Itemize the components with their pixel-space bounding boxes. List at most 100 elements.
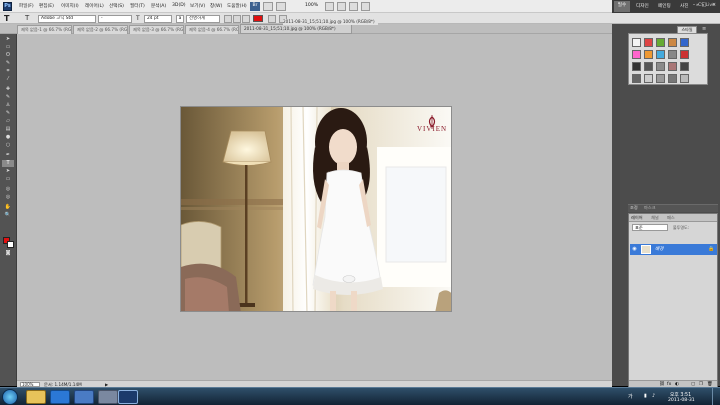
- align-center-icon[interactable]: [233, 14, 241, 23]
- antialias-select[interactable]: 선명하게: [186, 14, 220, 23]
- quick-select-tool-icon[interactable]: ✎: [2, 60, 14, 67]
- menu-select[interactable]: 선택(S): [109, 3, 124, 9]
- history-brush-tool-icon[interactable]: ✎: [2, 110, 14, 117]
- arrange-documents-icon[interactable]: [349, 2, 358, 11]
- menu-file[interactable]: 파일(F): [19, 3, 34, 9]
- network-icon[interactable]: ▮: [644, 393, 647, 399]
- dodge-tool-icon[interactable]: ○: [2, 142, 14, 149]
- volume-icon[interactable]: ♪: [652, 393, 655, 399]
- crop-tool-icon[interactable]: ⌗: [2, 68, 14, 75]
- type-tool-icon[interactable]: T: [4, 14, 9, 23]
- path-select-tool-icon[interactable]: ➤: [2, 168, 14, 175]
- language-indicator[interactable]: 가: [628, 393, 633, 400]
- style-swatch[interactable]: [632, 50, 641, 59]
- menu-layer[interactable]: 레이어(L): [85, 3, 104, 9]
- menu-view[interactable]: 보기(V): [190, 3, 205, 9]
- media-player-taskbar-icon[interactable]: [98, 390, 118, 404]
- style-swatch[interactable]: [656, 38, 665, 47]
- style-swatch[interactable]: [644, 50, 653, 59]
- photoshop-logo-icon[interactable]: Ps: [3, 2, 12, 11]
- show-desktop-button[interactable]: [712, 388, 720, 405]
- shape-tool-icon[interactable]: ▭: [2, 176, 14, 183]
- menu-edit[interactable]: 편집(E): [39, 3, 54, 9]
- style-swatch[interactable]: [680, 74, 689, 83]
- marquee-tool-icon[interactable]: ▭: [2, 44, 14, 51]
- document-tab[interactable]: 제목 없음-1 @ 66.7% (RGB/8): [17, 25, 72, 34]
- document-tab[interactable]: 제목 없음-2 @ 66.7% (RGB/8): [73, 25, 128, 34]
- layer-row[interactable]: ◉ 배경 🔒: [630, 244, 717, 255]
- type-tool-button[interactable]: T: [2, 160, 14, 167]
- bridge-button[interactable]: Br: [250, 2, 260, 11]
- background-color-swatch[interactable]: [7, 241, 14, 248]
- lasso-tool-icon[interactable]: ʘ: [2, 52, 14, 59]
- brush-tool-icon[interactable]: ✎: [2, 94, 14, 101]
- layers-tab[interactable]: 레이어: [631, 215, 643, 221]
- style-swatch[interactable]: [632, 38, 641, 47]
- menu-analysis[interactable]: 분석(A): [151, 3, 166, 9]
- clone-stamp-tool-icon[interactable]: ♙: [2, 102, 14, 109]
- menu-image[interactable]: 이미지(I): [61, 3, 79, 9]
- eyedropper-tool-icon[interactable]: ⁄: [2, 76, 14, 83]
- style-swatch[interactable]: [656, 50, 665, 59]
- eraser-tool-icon[interactable]: ▱: [2, 118, 14, 125]
- clock-date[interactable]: 2011-08-31: [668, 398, 695, 403]
- blend-mode-select[interactable]: 표준: [632, 224, 668, 231]
- style-swatch[interactable]: [644, 62, 653, 71]
- zoom-level[interactable]: 100%: [305, 3, 318, 8]
- maximize-icon[interactable]: □: [700, 2, 708, 10]
- adjustments-tab[interactable]: 조정: [630, 205, 638, 211]
- mini-bridge-icon[interactable]: [263, 2, 273, 11]
- styles-tab[interactable]: 스타일: [677, 26, 697, 33]
- hand-tool-icon[interactable]: ✋: [2, 204, 14, 211]
- workspace-design[interactable]: 디자인: [636, 3, 649, 9]
- pen-tool-icon[interactable]: ✒: [2, 152, 14, 159]
- style-swatch[interactable]: [656, 74, 665, 83]
- channels-tab[interactable]: 채널: [651, 215, 659, 221]
- active-document-tab[interactable]: 2011-08-31_15;51;10.jpg @ 100% (RGB/8*): [240, 24, 352, 34]
- minimize-icon[interactable]: –: [690, 2, 698, 10]
- warp-text-icon[interactable]: [268, 14, 276, 23]
- font-family-select[interactable]: Adobe 고딕 Std: [38, 14, 96, 23]
- spot-healing-tool-icon[interactable]: ✚: [2, 86, 14, 93]
- 3d-rotate-tool-icon[interactable]: ◎: [2, 186, 14, 193]
- style-swatch[interactable]: [668, 38, 677, 47]
- zoom-tool-icon[interactable]: 🔍: [2, 212, 14, 219]
- quick-mask-icon[interactable]: ◙: [2, 250, 14, 257]
- close-icon[interactable]: ✕: [710, 2, 718, 10]
- menu-window[interactable]: 창(W): [210, 3, 222, 9]
- document-tab[interactable]: 제목 없음-4 @ 66.7% (RGB/8): [185, 25, 239, 34]
- style-swatch[interactable]: [668, 62, 677, 71]
- toggle-orientation-icon[interactable]: T: [25, 14, 29, 22]
- 3d-orbit-tool-icon[interactable]: ◎: [2, 194, 14, 201]
- styles-panel-menu-icon[interactable]: ≡: [702, 26, 706, 32]
- paths-tab[interactable]: 패스: [667, 215, 675, 221]
- align-right-icon[interactable]: [242, 14, 250, 23]
- style-swatch[interactable]: [644, 38, 653, 47]
- rotate-view-icon[interactable]: [337, 2, 346, 11]
- style-swatch[interactable]: [632, 62, 641, 71]
- style-swatch[interactable]: [644, 74, 653, 83]
- move-tool-icon[interactable]: ➤: [2, 36, 14, 43]
- panel-dock-collapse-bar[interactable]: [612, 24, 620, 386]
- workspace-painting[interactable]: 페인팅: [658, 3, 671, 9]
- style-swatch[interactable]: [656, 62, 665, 71]
- blur-tool-icon[interactable]: ●: [2, 134, 14, 141]
- font-style-select[interactable]: -: [98, 14, 132, 23]
- style-swatch[interactable]: [680, 50, 689, 59]
- menu-3d[interactable]: 3D(D): [172, 3, 186, 8]
- menu-filter[interactable]: 필터(T): [130, 3, 145, 9]
- gradient-tool-icon[interactable]: ▤: [2, 126, 14, 133]
- status-zoom[interactable]: 100%: [20, 381, 40, 387]
- clock-time[interactable]: 오후 3:51: [670, 391, 691, 398]
- masks-tab[interactable]: 마스크: [644, 205, 656, 211]
- text-color-swatch[interactable]: [253, 15, 263, 22]
- document-image[interactable]: VIVIEN: [180, 106, 452, 312]
- photoshop-taskbar-icon[interactable]: [118, 390, 138, 404]
- font-size-select[interactable]: 24 pt: [144, 14, 172, 23]
- layer-visibility-eye-icon[interactable]: ◉: [631, 246, 638, 253]
- internet-explorer-taskbar-icon[interactable]: [50, 390, 70, 404]
- document-tab[interactable]: 제목 없음-3 @ 66.7% (RGB/8): [129, 25, 184, 34]
- windows-start-icon[interactable]: [2, 389, 18, 405]
- view-extras-icon[interactable]: [276, 2, 286, 11]
- hand-tool-icon[interactable]: [325, 2, 334, 11]
